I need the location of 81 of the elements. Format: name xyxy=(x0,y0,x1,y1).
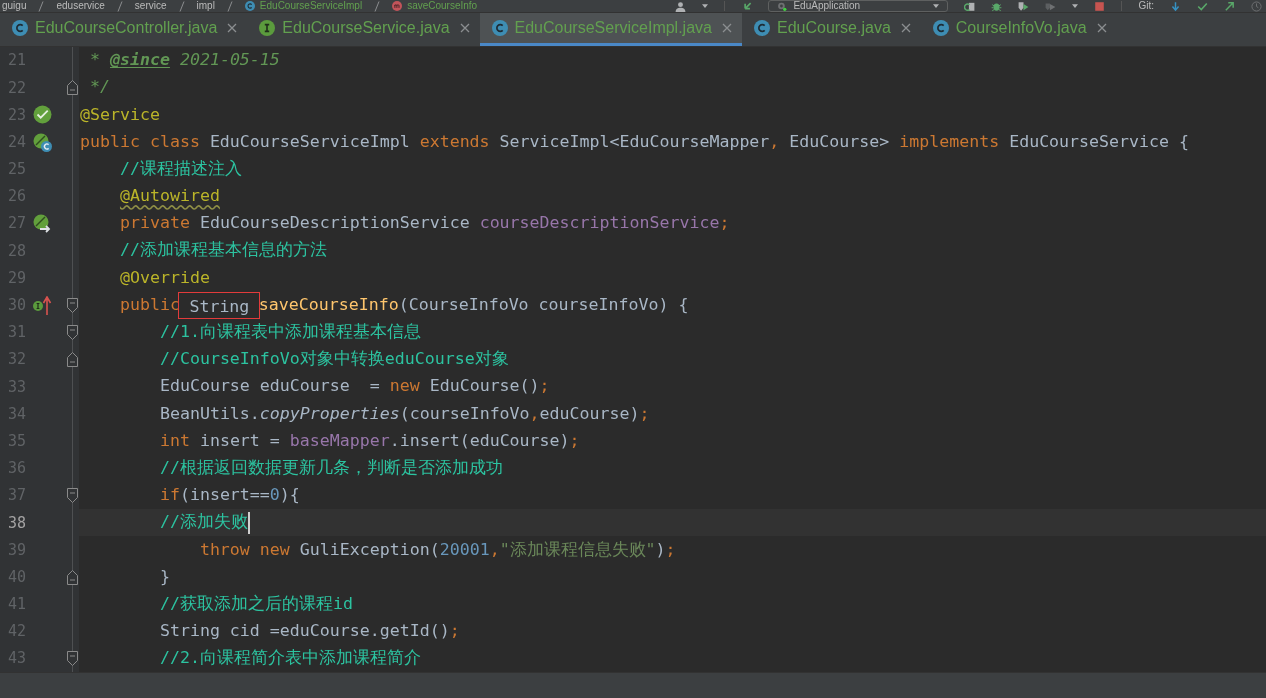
breadcrumb-item[interactable]: EduCourseServiceImpl xyxy=(244,0,363,12)
code-line: BeanUtils.copyProperties(courseInfoVo,eduCourse); xyxy=(159,402,650,425)
breadcrumb-item[interactable]: guigu xyxy=(2,0,27,12)
code-line: //CourseInfoVo对象中转换eduCourse对象 xyxy=(159,348,509,371)
fold-icon[interactable] xyxy=(67,488,78,504)
slash-icon xyxy=(374,0,381,12)
class-icon xyxy=(491,20,508,36)
code-line: * @since 2021-05-15 xyxy=(90,49,280,72)
code-line: //1.向课程表中添加课程基本信息 xyxy=(159,321,421,343)
code-line: //根据返回数据更新几条，判断是否添加成功 xyxy=(159,456,503,479)
run-configuration-dropdown[interactable]: EduApplication xyxy=(768,0,949,12)
user-icon[interactable] xyxy=(675,0,687,12)
text-cursor xyxy=(247,511,250,534)
code-line: */ xyxy=(90,76,110,99)
caret-icon xyxy=(933,4,940,8)
close-icon[interactable] xyxy=(459,23,470,33)
code-line: @Autowired xyxy=(119,185,220,208)
editor-tab[interactable]: CourseInfoVo.java xyxy=(920,13,1117,46)
class-icon xyxy=(932,20,949,36)
line-number: 38 xyxy=(6,512,26,534)
fold-icon[interactable] xyxy=(67,651,78,667)
fold-icon[interactable] xyxy=(67,352,78,368)
code-line: //添加课程基本信息的方法 xyxy=(119,239,327,262)
code-line: @Service xyxy=(80,103,160,126)
fold-icon[interactable] xyxy=(67,80,78,96)
stop-icon[interactable] xyxy=(1094,0,1106,12)
code-line: public class EduCourseServiceImpl extends ServiceImpl<EduCourseMapper, EduCourse> implements EduCourseService { xyxy=(80,130,1189,153)
refresh-icon[interactable] xyxy=(964,0,976,12)
arrow-down-icon[interactable] xyxy=(1170,0,1181,12)
code-line: //获取添加之后的课程id xyxy=(159,592,353,615)
method-icon xyxy=(392,1,403,11)
class-badge-icon[interactable] xyxy=(33,132,52,152)
code-line: //2.向课程简介表中添加课程简介 xyxy=(159,647,421,670)
close-icon[interactable] xyxy=(227,23,238,33)
breadcrumb-item[interactable]: saveCourseInfo xyxy=(392,0,478,12)
slash-icon xyxy=(226,0,233,12)
caret-icon[interactable] xyxy=(1072,4,1079,8)
interface-arrow-icon[interactable] xyxy=(33,295,52,315)
vcs-label: Git: xyxy=(1138,0,1154,12)
code-line: //添加失败 xyxy=(159,511,248,534)
code-line: public xyxy=(119,293,180,316)
code-line: if(insert==0){ xyxy=(159,484,300,507)
editor-tab[interactable]: EduCourseServiceImpl.java xyxy=(479,13,742,46)
play-icon[interactable] xyxy=(1045,0,1057,12)
editor-tab[interactable]: EduCourse.java xyxy=(741,13,921,46)
code-line: EduCourse eduCourse = new EduCourse(); xyxy=(159,375,550,398)
code-line: //课程描述注入 xyxy=(119,157,242,180)
highlighted-code: String xyxy=(178,291,261,319)
fold-icon[interactable] xyxy=(67,297,78,313)
code-line: int insert = baseMapper.insert(eduCourse); xyxy=(159,429,580,452)
breadcrumb-item[interactable]: eduservice xyxy=(56,0,105,12)
fold-icon[interactable] xyxy=(67,324,78,340)
class-icon xyxy=(244,1,255,11)
close-icon[interactable] xyxy=(1096,23,1107,33)
slash-icon xyxy=(116,0,123,12)
arrow-badge-icon[interactable] xyxy=(33,214,52,234)
breadcrumb-item[interactable]: service xyxy=(134,0,167,12)
editor-tab[interactable]: EduCourseService.java xyxy=(247,13,480,46)
caret-icon[interactable] xyxy=(702,4,709,8)
code-line: @Override xyxy=(119,266,210,289)
code-line: private EduCourseDescriptionService courseDescriptionService; xyxy=(119,212,730,235)
check-icon[interactable] xyxy=(1197,0,1208,12)
code-line: String cid =eduCourse.getId(); xyxy=(159,620,460,643)
class-icon xyxy=(12,20,28,36)
code-line: saveCourseInfo(CourseInfoVo courseInfoVo) { xyxy=(258,293,689,316)
slash-icon xyxy=(38,0,45,12)
close-icon[interactable] xyxy=(900,23,911,33)
bug-icon[interactable] xyxy=(991,0,1003,12)
check-circle-icon[interactable] xyxy=(33,105,52,125)
code-line: } xyxy=(159,565,170,588)
editor-tab[interactable]: EduCourseController.java xyxy=(0,13,248,46)
breadcrumb-item[interactable]: impl xyxy=(196,0,215,12)
class-icon xyxy=(753,20,770,36)
interface-icon xyxy=(259,20,276,36)
arrow-icon[interactable] xyxy=(1224,0,1235,12)
code-line: throw new GuliException(20001,"添加课程信息失败"); xyxy=(199,538,676,561)
close-icon[interactable] xyxy=(721,23,732,33)
arrow-icon[interactable] xyxy=(741,0,753,12)
slash-icon xyxy=(178,0,185,12)
fold-icon[interactable] xyxy=(67,569,78,585)
run-icon[interactable] xyxy=(1018,0,1030,12)
